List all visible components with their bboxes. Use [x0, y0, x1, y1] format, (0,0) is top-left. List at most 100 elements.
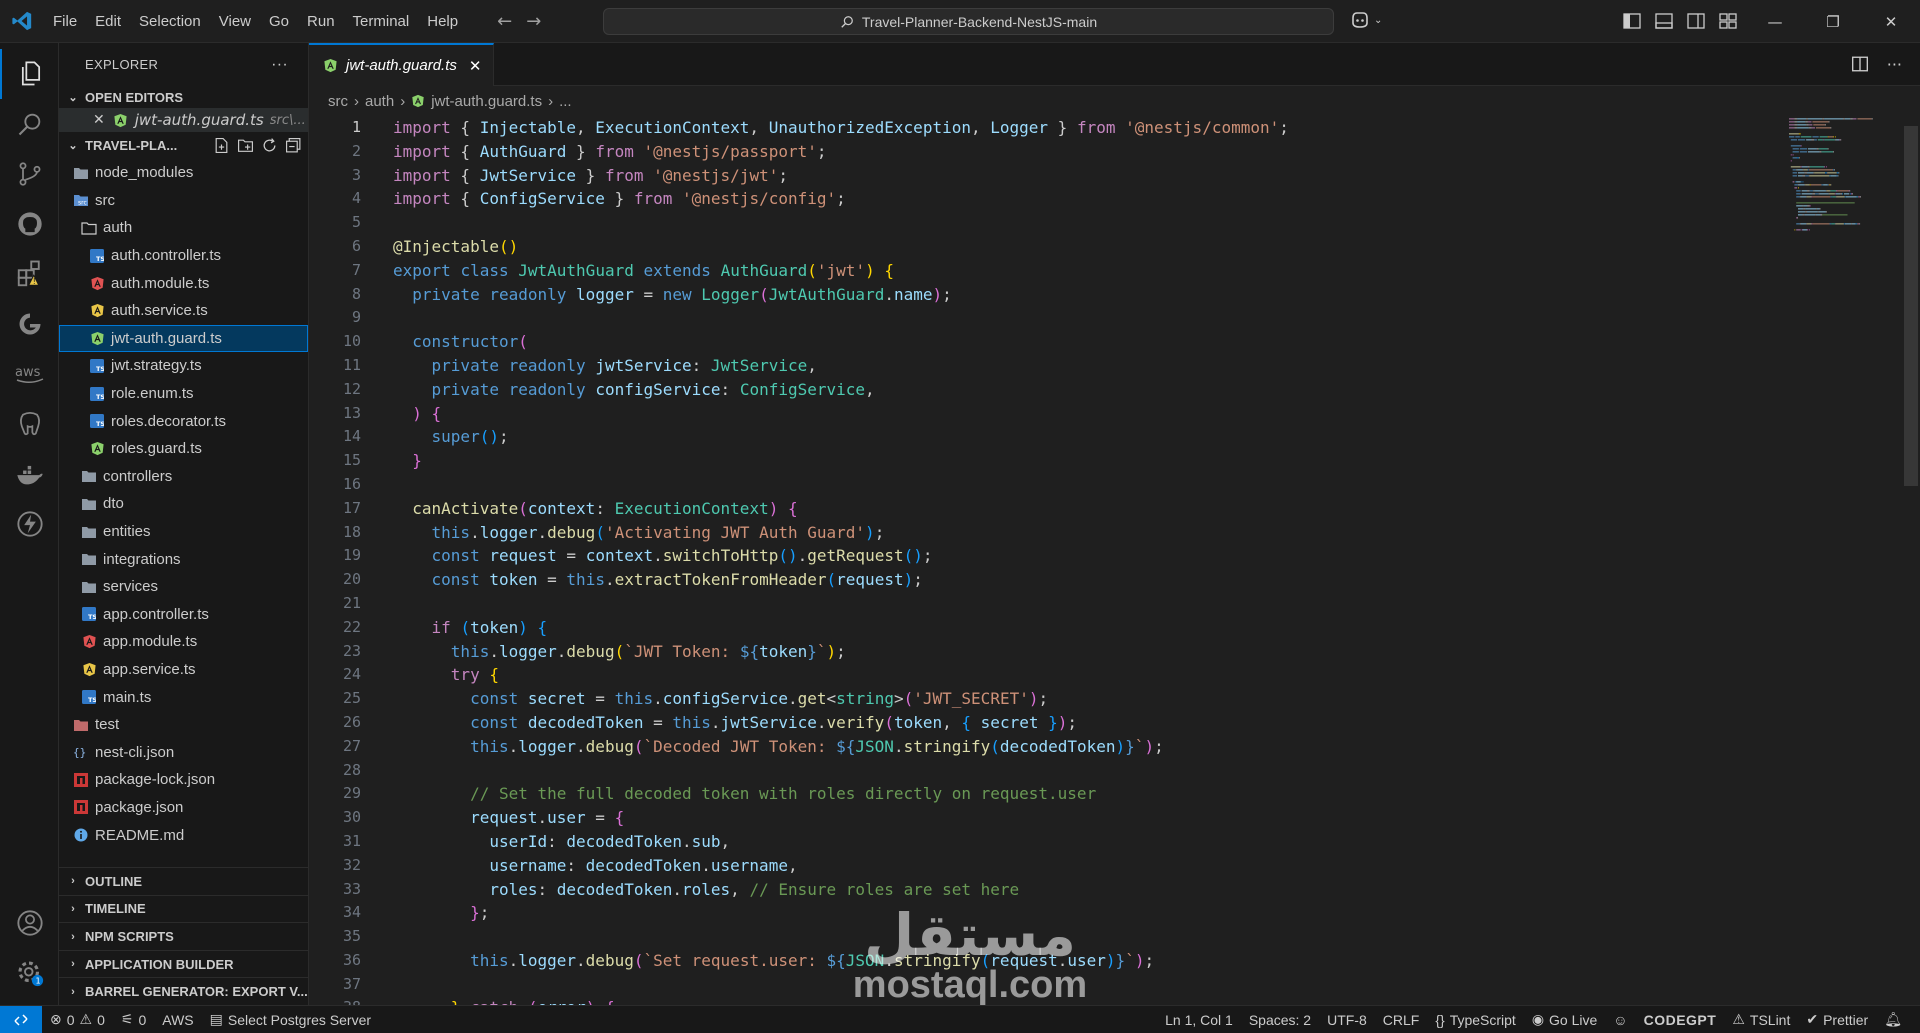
- tree-item[interactable]: src src: [59, 187, 308, 215]
- tree-item[interactable]: TS jwt.strategy.ts: [59, 352, 308, 380]
- forward-arrow-icon[interactable]: →: [526, 11, 541, 32]
- minimize-icon[interactable]: —: [1746, 0, 1804, 43]
- tslint-status[interactable]: ⚠ TSLint: [1724, 1011, 1798, 1028]
- tree-item[interactable]: auth.module.ts: [59, 269, 308, 297]
- outline-section[interactable]: › OUTLINE: [59, 867, 308, 895]
- tree-item[interactable]: entities: [59, 518, 308, 546]
- tree-item[interactable]: integrations: [59, 545, 308, 573]
- tree-item[interactable]: auth.service.ts: [59, 297, 308, 325]
- back-arrow-icon[interactable]: ←: [497, 11, 512, 32]
- extensions-icon[interactable]: !: [0, 249, 59, 299]
- encoding[interactable]: UTF-8: [1319, 1012, 1375, 1028]
- close-window-icon[interactable]: ✕: [1862, 0, 1920, 43]
- tab-jwt-auth-guard[interactable]: jwt-auth.guard.ts ✕: [309, 43, 495, 86]
- barrel-generator-section[interactable]: › BARREL GENERATOR: EXPORT V...: [59, 977, 308, 1005]
- indentation[interactable]: Spaces: 2: [1241, 1012, 1319, 1028]
- new-file-icon[interactable]: [213, 137, 230, 154]
- codegpt-status[interactable]: CODEGPT: [1636, 1012, 1725, 1028]
- close-icon[interactable]: ✕: [93, 112, 105, 128]
- copilot-status[interactable]: ☺: [1605, 1012, 1635, 1028]
- menu-go[interactable]: Go: [260, 0, 298, 43]
- tree-item[interactable]: services: [59, 573, 308, 601]
- manage-gear-icon[interactable]: 1: [0, 948, 59, 998]
- open-editors-header[interactable]: ⌄ OPEN EDITORS: [59, 86, 308, 108]
- tree-item[interactable]: TS app.controller.ts: [59, 601, 308, 629]
- menu-file[interactable]: File: [44, 0, 86, 43]
- line-ending[interactable]: CRLF: [1375, 1012, 1428, 1028]
- gitlens-icon[interactable]: [0, 299, 59, 349]
- notifications-bell-icon[interactable]: 🔔︎: [1876, 1011, 1920, 1028]
- tree-item[interactable]: package-lock.json: [59, 766, 308, 794]
- timeline-section[interactable]: › TIMELINE: [59, 894, 308, 923]
- tree-item[interactable]: app.module.ts: [59, 628, 308, 656]
- restore-icon[interactable]: ❐: [1804, 0, 1862, 43]
- github-icon[interactable]: [0, 199, 59, 249]
- remote-indicator-icon[interactable]: [0, 1005, 42, 1033]
- tree-item[interactable]: controllers: [59, 463, 308, 491]
- copilot-menu[interactable]: ⌄: [1350, 11, 1382, 29]
- aws-icon[interactable]: aws: [0, 349, 59, 399]
- accounts-icon[interactable]: [0, 898, 59, 948]
- tree-item[interactable]: {} nest-cli.json: [59, 738, 308, 766]
- docker-whale-icon[interactable]: [0, 449, 59, 499]
- command-center-search[interactable]: Travel-Planner-Backend-NestJS-main: [603, 8, 1334, 35]
- prettier-status[interactable]: ✔ Prettier: [1798, 1011, 1876, 1028]
- breadcrumb-auth[interactable]: auth: [365, 93, 394, 110]
- menu-help[interactable]: Help: [418, 0, 467, 43]
- explorer-icon[interactable]: [0, 49, 59, 99]
- search-view-icon[interactable]: [0, 99, 59, 149]
- aws-status[interactable]: AWS: [154, 1012, 201, 1028]
- tree-item[interactable]: test: [59, 711, 308, 739]
- refresh-icon[interactable]: [261, 137, 278, 154]
- line-number: 8: [351, 284, 361, 303]
- thunder-client-icon[interactable]: [0, 499, 59, 549]
- language-mode[interactable]: {} TypeScript: [1427, 1012, 1524, 1028]
- tree-item[interactable]: jwt-auth.guard.ts: [59, 324, 308, 353]
- tree-item[interactable]: dto: [59, 490, 308, 518]
- menu-edit[interactable]: Edit: [86, 0, 130, 43]
- tree-item[interactable]: README.md: [59, 821, 308, 849]
- open-editor-item[interactable]: ✕ jwt-auth.guard.ts src\...: [59, 108, 308, 132]
- toggle-secondary-sidebar-icon[interactable]: [1686, 11, 1706, 31]
- toggle-panel-icon[interactable]: [1654, 11, 1674, 31]
- menu-view[interactable]: View: [210, 0, 260, 43]
- toggle-primary-sidebar-icon[interactable]: [1622, 11, 1642, 31]
- source-control-icon[interactable]: [0, 149, 59, 199]
- tree-item[interactable]: node_modules: [59, 159, 308, 187]
- tree-item[interactable]: TS main.ts: [59, 683, 308, 711]
- split-editor-icon[interactable]: [1851, 55, 1869, 73]
- postgres-status[interactable]: ▤ Select Postgres Server: [202, 1011, 379, 1028]
- menu-run[interactable]: Run: [298, 0, 344, 43]
- tree-item[interactable]: TS auth.controller.ts: [59, 242, 308, 270]
- code-editor[interactable]: 1 2 3 4 5 6 7 8 9 10 11 12 13 14 15 16 17 18 19 20 21 22 23 24 2…: [309, 116, 1920, 1005]
- collapse-all-icon[interactable]: [285, 137, 302, 154]
- tree-item[interactable]: package.json: [59, 794, 308, 822]
- code-line: canActivate(context: ExecutionContext) {: [412, 498, 798, 518]
- cursor-position[interactable]: Ln 1, Col 1: [1157, 1012, 1241, 1028]
- customize-layout-icon[interactable]: [1718, 11, 1738, 31]
- new-folder-icon[interactable]: [237, 137, 254, 154]
- menu-selection[interactable]: Selection: [130, 0, 210, 43]
- go-live-button[interactable]: ◉ Go Live: [1524, 1011, 1605, 1028]
- problems-status[interactable]: ⊗ 0 ⚠ 0: [42, 1011, 113, 1028]
- tree-item[interactable]: auth: [59, 214, 308, 242]
- tree-item[interactable]: roles.guard.ts: [59, 435, 308, 463]
- tree-item[interactable]: TS role.enum.ts: [59, 380, 308, 408]
- more-actions-icon[interactable]: ···: [271, 56, 288, 74]
- postgres-icon[interactable]: [0, 399, 59, 449]
- breadcrumb-src[interactable]: src: [328, 93, 348, 110]
- project-header[interactable]: ⌄ TRAVEL-PLA...: [59, 132, 308, 159]
- breadcrumb-file[interactable]: jwt-auth.guard.ts: [431, 93, 542, 110]
- menu-terminal[interactable]: Terminal: [344, 0, 419, 43]
- code-content[interactable]: import { Injectable, ExecutionContext, U…: [393, 116, 1693, 1005]
- vertical-scrollbar[interactable]: [1904, 126, 1918, 486]
- more-editor-actions-icon[interactable]: ···: [1887, 55, 1902, 74]
- tree-item[interactable]: app.service.ts: [59, 656, 308, 684]
- npm-scripts-section[interactable]: › NPM SCRIPTS: [59, 922, 308, 950]
- tree-item[interactable]: TS roles.decorator.ts: [59, 407, 308, 435]
- application-builder-section[interactable]: › APPLICATION BUILDER: [59, 949, 308, 978]
- close-tab-icon[interactable]: ✕: [469, 57, 482, 75]
- minimap[interactable]: [1789, 116, 1899, 236]
- ports-status[interactable]: ⚟ 0: [113, 1011, 154, 1028]
- breadcrumb-symbol[interactable]: ...: [559, 93, 572, 110]
